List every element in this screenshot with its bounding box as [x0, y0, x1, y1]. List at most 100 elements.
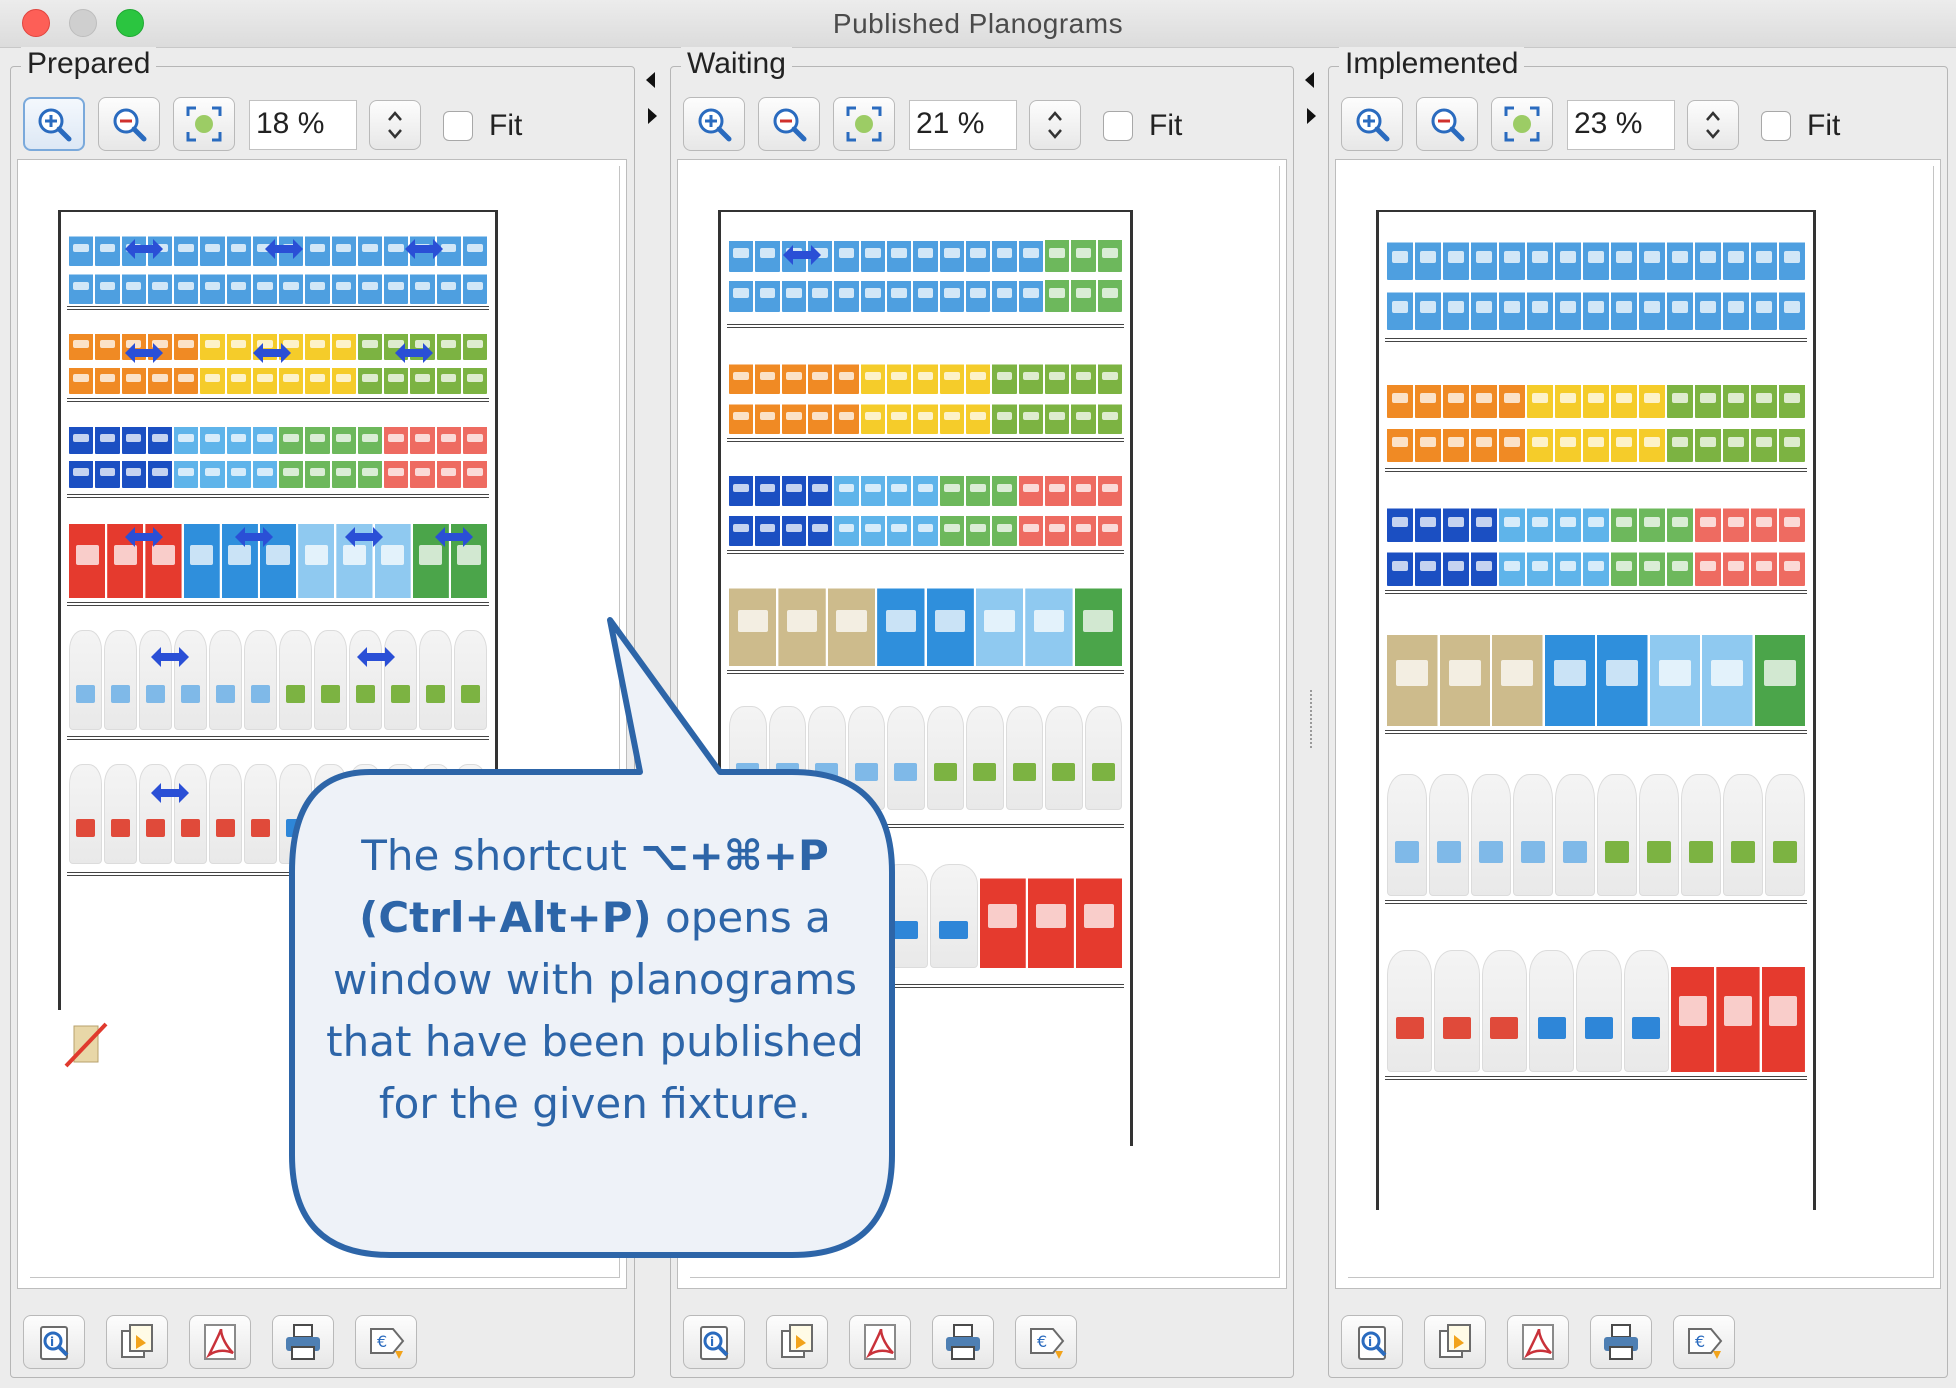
zoom-percent-field[interactable]: 23 % — [1567, 100, 1675, 150]
removed-product-icon — [64, 1022, 108, 1068]
change-marker-icon — [151, 783, 189, 803]
zoom-stepper[interactable] — [1687, 100, 1739, 150]
zoom-out-icon — [773, 108, 807, 142]
callout-text: The shortcut ⌥+⌘+P (Ctrl+Alt+P) opens a … — [326, 831, 864, 1128]
change-marker-icon — [345, 527, 383, 547]
fit-label: Fit — [489, 109, 523, 142]
info-button[interactable]: i — [683, 1315, 745, 1369]
euro-price-icon: € — [370, 1328, 405, 1359]
zoom-to-fit-icon — [186, 106, 222, 142]
shelf — [67, 306, 489, 310]
change-marker-icon — [125, 527, 163, 547]
print-icon — [286, 1324, 320, 1360]
euro-price-icon: € — [1688, 1328, 1723, 1359]
zoom-out-button[interactable] — [758, 97, 820, 151]
change-marker-icon — [405, 239, 443, 259]
collapse-left-arrow-icon[interactable] — [1305, 72, 1314, 88]
export-pdf-button[interactable] — [849, 1315, 911, 1369]
svg-text:i: i — [1368, 1335, 1372, 1349]
zoom-to-fit-button[interactable] — [833, 97, 895, 151]
svg-text:€: € — [377, 1332, 387, 1351]
stepper-icon — [1706, 111, 1720, 139]
svg-text:€: € — [1695, 1332, 1705, 1351]
copy-icon — [781, 1324, 813, 1358]
panel-title: Implemented — [1339, 47, 1525, 81]
expand-right-arrow-icon[interactable] — [1307, 108, 1316, 124]
zoom-out-icon — [1431, 108, 1465, 142]
zoom-to-fit-icon — [846, 106, 882, 142]
price-labels-button[interactable]: € — [1673, 1315, 1735, 1369]
zoom-out-icon — [113, 108, 147, 142]
change-marker-icon — [783, 245, 821, 265]
euro-price-icon: € — [1030, 1328, 1065, 1359]
zoom-stepper[interactable] — [1029, 100, 1081, 150]
expand-right-arrow-icon[interactable] — [648, 108, 657, 124]
change-marker-icon — [357, 647, 395, 667]
fit-checkbox[interactable] — [1761, 111, 1791, 141]
print-icon — [946, 1324, 980, 1360]
stepper-icon — [388, 111, 402, 139]
change-marker-icon — [125, 343, 163, 363]
print-button[interactable] — [932, 1315, 994, 1369]
print-button[interactable] — [272, 1315, 334, 1369]
zoom-in-icon — [698, 108, 732, 142]
zoom-out-button[interactable] — [1416, 97, 1478, 151]
panel-title: Waiting — [681, 47, 792, 81]
price-labels-button[interactable]: € — [1015, 1315, 1077, 1369]
fit-label: Fit — [1149, 109, 1183, 142]
zoom-in-button[interactable] — [23, 97, 85, 151]
info-icon: i — [40, 1326, 69, 1360]
copy-button[interactable] — [106, 1315, 168, 1369]
change-marker-icon — [151, 647, 189, 667]
info-icon: i — [1358, 1326, 1387, 1360]
copy-icon — [121, 1324, 153, 1358]
splitter-handle[interactable] — [1310, 690, 1314, 748]
svg-text:i: i — [710, 1335, 714, 1349]
panel-title: Prepared — [21, 47, 157, 81]
copy-icon — [1439, 1324, 1471, 1358]
zoom-to-fit-button[interactable] — [1491, 97, 1553, 151]
zoom-to-fit-button[interactable] — [173, 97, 235, 151]
print-icon — [1604, 1324, 1638, 1360]
change-marker-icon — [435, 527, 473, 547]
pdf-icon — [204, 1324, 236, 1360]
price-labels-button[interactable]: € — [355, 1315, 417, 1369]
panel-prepared: Prepared 18 % Fit i € — [10, 47, 635, 1378]
copy-button[interactable] — [1424, 1315, 1486, 1369]
zoom-percent-field[interactable]: 18 % — [249, 100, 357, 150]
pdf-icon — [864, 1324, 896, 1360]
export-pdf-button[interactable] — [189, 1315, 251, 1369]
print-button[interactable] — [1590, 1315, 1652, 1369]
change-marker-icon — [395, 343, 433, 363]
zoom-to-fit-icon — [1504, 106, 1540, 142]
fit-label: Fit — [1807, 109, 1841, 142]
info-icon: i — [700, 1326, 729, 1360]
svg-text:i: i — [50, 1335, 54, 1349]
svg-text:€: € — [1037, 1332, 1047, 1351]
copy-button[interactable] — [766, 1315, 828, 1369]
change-marker-icon — [125, 239, 163, 259]
panel-implemented: Implemented 23 % Fit i € — [1328, 47, 1948, 1378]
zoom-percent-field[interactable]: 21 % — [909, 100, 1017, 150]
collapse-left-arrow-icon[interactable] — [646, 72, 655, 88]
export-pdf-button[interactable] — [1507, 1315, 1569, 1369]
pdf-icon — [1522, 1324, 1554, 1360]
change-marker-icon — [235, 527, 273, 547]
panel-waiting: Waiting 21 % Fit i € — [670, 47, 1294, 1378]
zoom-in-button[interactable] — [1341, 97, 1403, 151]
planogram-canvas[interactable] — [1335, 159, 1941, 1289]
fit-checkbox[interactable] — [443, 111, 473, 141]
zoom-in-icon — [1356, 108, 1390, 142]
change-marker-icon — [265, 239, 303, 259]
title-bar: Published Planograms — [0, 0, 1956, 48]
fit-checkbox[interactable] — [1103, 111, 1133, 141]
zoom-in-icon — [38, 108, 72, 142]
stepper-icon — [1048, 111, 1062, 139]
change-marker-icon — [253, 343, 291, 363]
zoom-out-button[interactable] — [98, 97, 160, 151]
zoom-stepper[interactable] — [369, 100, 421, 150]
info-button[interactable]: i — [23, 1315, 85, 1369]
window-title: Published Planograms — [832, 8, 1124, 39]
zoom-in-button[interactable] — [683, 97, 745, 151]
info-button[interactable]: i — [1341, 1315, 1403, 1369]
